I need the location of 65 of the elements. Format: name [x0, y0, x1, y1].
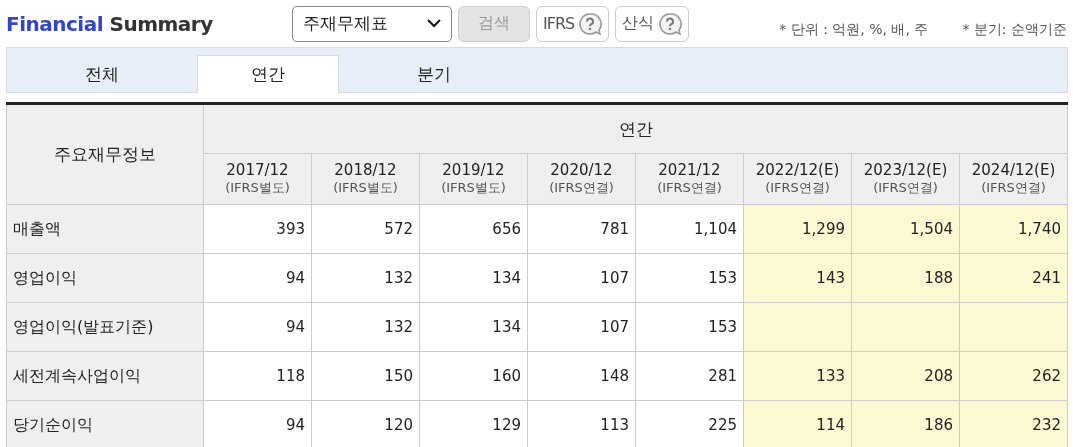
- table-cell: 132: [311, 253, 420, 303]
- column-header: 2021/12 (IFRS연결): [635, 153, 744, 205]
- table-cell: 129: [419, 400, 528, 447]
- table-cell: 118: [203, 351, 312, 401]
- table-cell: 107: [527, 253, 636, 303]
- column-header: 2022/12(E) (IFRS연결): [743, 153, 852, 205]
- table-cell: 94: [203, 253, 312, 303]
- table-cell: 148: [527, 351, 636, 401]
- row-label: 세전계속사업이익: [6, 351, 204, 401]
- table-cell: 393: [203, 204, 312, 254]
- table-cell: 94: [203, 302, 312, 352]
- header-cell: 연간: [203, 103, 1068, 154]
- unit-note: * 단위 : 억원, %, 배, 주: [779, 20, 929, 39]
- column-header: 2023/12(E) (IFRS연결): [851, 153, 960, 205]
- table-cell: 1,504: [851, 204, 960, 254]
- tab[interactable]: 연간: [197, 55, 339, 93]
- table-cell: 1,299: [743, 204, 852, 254]
- table-cell: 232: [959, 400, 1068, 447]
- table-cell: 153: [635, 253, 744, 303]
- formula-help-button[interactable]: 산식: [615, 5, 690, 42]
- table-cell: 225: [635, 400, 744, 447]
- row-label: 영업이익(발표기준): [6, 302, 204, 352]
- chevron-down-icon: [427, 19, 441, 28]
- table-cell: 120: [311, 400, 420, 447]
- table-cell: 572: [311, 204, 420, 254]
- table-cell: 134: [419, 302, 528, 352]
- question-bubble-icon: [658, 11, 683, 36]
- column-header: 2017/12 (IFRS별도): [203, 153, 312, 205]
- table-cell: 143: [743, 253, 852, 303]
- table-cell: 113: [527, 400, 636, 447]
- tab[interactable]: 전체: [7, 56, 197, 92]
- question-bubble-icon: [578, 11, 603, 36]
- row-label: 영업이익: [6, 253, 204, 303]
- table-cell: 188: [851, 253, 960, 303]
- ifrs-help-button[interactable]: IFRS: [536, 5, 610, 42]
- table-cell: 208: [851, 351, 960, 401]
- table-cell: 781: [527, 204, 636, 254]
- row-label: 당기순이익: [6, 400, 204, 447]
- table-cell: 107: [527, 302, 636, 352]
- table-cell: 153: [635, 302, 744, 352]
- table-cell: 656: [419, 204, 528, 254]
- column-header: 2019/12 (IFRS별도): [419, 153, 528, 205]
- title-text: Summary: [109, 11, 213, 36]
- title-highlight: Financial: [6, 11, 104, 36]
- column-header: 2024/12(E) (IFRS연결): [959, 153, 1068, 205]
- statement-select[interactable]: 주재무제표: [292, 5, 452, 42]
- table-cell: 134: [419, 253, 528, 303]
- table-cell: 94: [203, 400, 312, 447]
- unit-note: * 분기: 순액기준: [962, 20, 1067, 39]
- table-cell: 186: [851, 400, 960, 447]
- table-cell: 160: [419, 351, 528, 401]
- header-cell: 주요재무정보: [6, 103, 204, 205]
- table-cell: 132: [311, 302, 420, 352]
- table-cell: 262: [959, 351, 1068, 401]
- row-label: 매출액: [6, 204, 204, 254]
- table-cell: 1,104: [635, 204, 744, 254]
- table-cell: 241: [959, 253, 1068, 303]
- column-header: 2020/12 (IFRS연결): [527, 153, 636, 205]
- table-cell: 150: [311, 351, 420, 401]
- column-header: 2018/12 (IFRS별도): [311, 153, 420, 205]
- table-cell: 133: [743, 351, 852, 401]
- table-cell: 281: [635, 351, 744, 401]
- table-cell: 114: [743, 400, 852, 447]
- table-cell: 1,740: [959, 204, 1068, 254]
- tab[interactable]: 분기: [339, 56, 529, 92]
